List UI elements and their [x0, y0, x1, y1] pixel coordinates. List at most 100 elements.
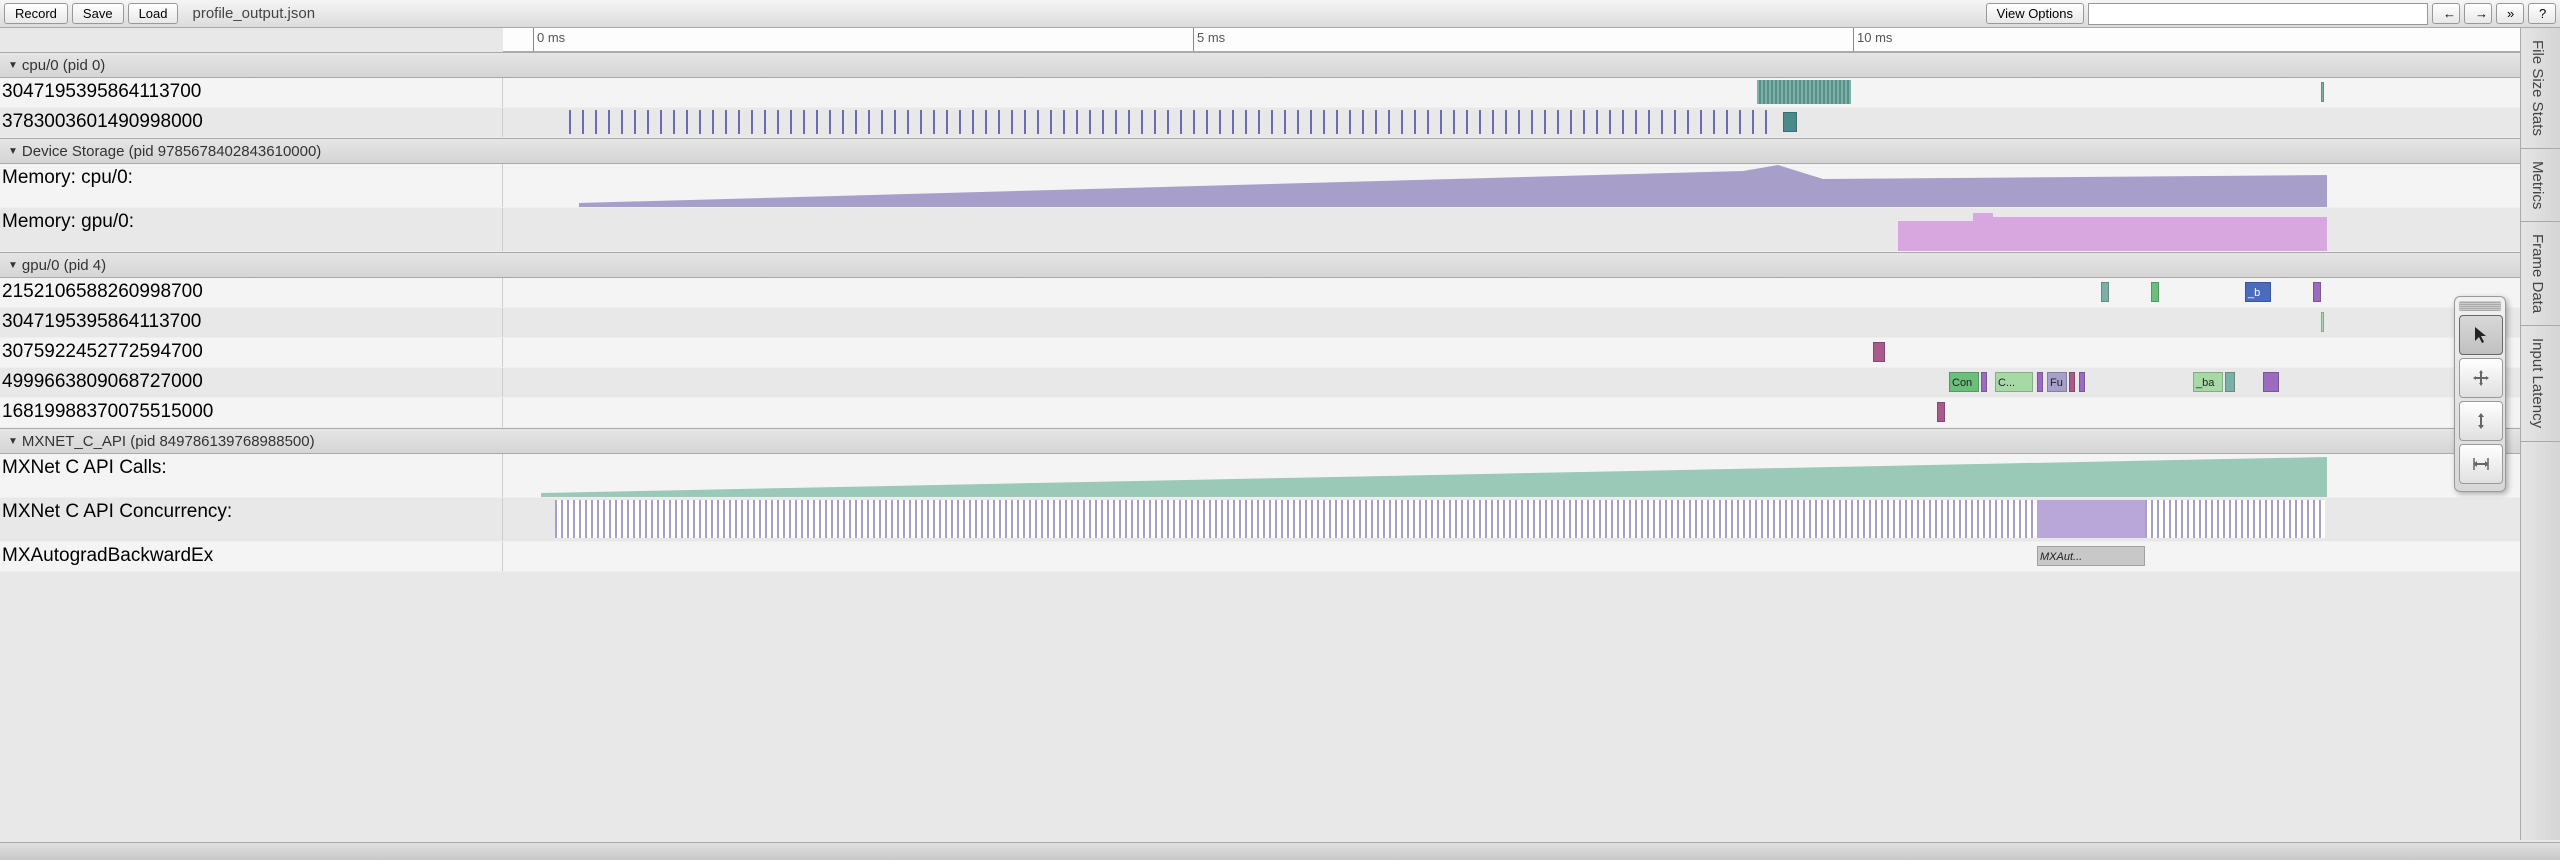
- track-label: MXAutogradBackwardEx: [0, 542, 503, 571]
- track-content[interactable]: [503, 164, 2520, 207]
- event-block[interactable]: [2263, 372, 2279, 392]
- pointer-icon: [2471, 325, 2491, 345]
- track-label: MXNet C API Concurrency:: [0, 498, 503, 541]
- track-label: 3783003601490998000: [0, 108, 503, 137]
- track-content[interactable]: [503, 308, 2520, 337]
- concurrency-block[interactable]: [2037, 500, 2145, 538]
- load-button[interactable]: Load: [128, 3, 179, 24]
- event-block[interactable]: [2313, 282, 2321, 302]
- track-row: Memory: gpu/0:: [0, 208, 2520, 252]
- memory-gpu-chart: [503, 208, 2520, 251]
- arrows-horizontal-icon: [2471, 454, 2491, 474]
- track-content[interactable]: [503, 78, 2520, 107]
- event-block[interactable]: [2037, 372, 2043, 392]
- right-sidebar: File Size Stats Metrics Frame Data Input…: [2520, 28, 2560, 840]
- group-title: gpu/0 (pid 4): [22, 257, 106, 274]
- event-label: MXAut...: [2038, 551, 2084, 563]
- side-tab-input-latency[interactable]: Input Latency: [2521, 326, 2560, 441]
- track-content[interactable]: [503, 398, 2520, 427]
- track-row: 3075922452772594700: [0, 338, 2520, 368]
- event-ticks[interactable]: [569, 110, 1767, 134]
- track-content[interactable]: MXAut...: [503, 542, 2520, 571]
- event-block[interactable]: MXAut...: [2037, 546, 2145, 566]
- event-block[interactable]: C...: [1995, 372, 2033, 392]
- track-row: 3783003601490998000: [0, 108, 2520, 138]
- timeline-viewport[interactable]: ▼ cpu/0 (pid 0) 3047195395864113700 3783…: [0, 52, 2520, 572]
- event-block[interactable]: [1937, 402, 1945, 422]
- side-tab-frame-data[interactable]: Frame Data: [2521, 222, 2560, 326]
- event-label: Con: [1950, 377, 1974, 389]
- filename-label: profile_output.json: [192, 5, 315, 22]
- group-title: Device Storage (pid 9785678402843610000): [22, 143, 321, 160]
- track-content[interactable]: [503, 498, 2520, 541]
- bottom-status-strip: [0, 842, 2560, 860]
- event-block[interactable]: [2069, 372, 2075, 392]
- ruler-tick-10: 10 ms: [1853, 28, 1892, 51]
- event-block[interactable]: Fu: [2047, 372, 2067, 392]
- track-label: 3047195395864113700: [0, 308, 503, 337]
- floating-toolbox[interactable]: [2454, 296, 2506, 492]
- event-block[interactable]: [2225, 372, 2235, 392]
- track-label: 4999663809068727000: [0, 368, 503, 397]
- event-block[interactable]: _b: [2245, 282, 2271, 302]
- disclosure-icon: ▼: [8, 260, 18, 271]
- track-label: 3075922452772594700: [0, 338, 503, 367]
- group-header-cpu0[interactable]: ▼ cpu/0 (pid 0): [0, 52, 2520, 78]
- nav-prev-button[interactable]: ←: [2432, 3, 2460, 24]
- event-block[interactable]: [1981, 372, 1987, 392]
- group-header-mxnet-c-api[interactable]: ▼ MXNET_C_API (pid 849786139768988500): [0, 428, 2520, 454]
- track-row: MXNet C API Concurrency:: [0, 498, 2520, 542]
- event-block[interactable]: [2151, 282, 2159, 302]
- api-calls-chart: [503, 454, 2520, 497]
- pan-tool-button[interactable]: [2459, 358, 2503, 398]
- track-row: 16819988370075515000: [0, 398, 2520, 428]
- ruler-tick-5: 5 ms: [1193, 28, 1225, 51]
- track-row: 4999663809068727000 Con C... Fu _ba: [0, 368, 2520, 398]
- save-button[interactable]: Save: [72, 3, 124, 24]
- nav-more-button[interactable]: »: [2496, 3, 2524, 24]
- toolbox-grip[interactable]: [2459, 301, 2501, 311]
- event-block[interactable]: [2321, 312, 2324, 332]
- track-content[interactable]: [503, 208, 2520, 251]
- event-block[interactable]: [1783, 112, 1797, 132]
- help-button[interactable]: ?: [2528, 3, 2556, 24]
- disclosure-icon: ▼: [8, 60, 18, 71]
- track-content[interactable]: _b: [503, 278, 2520, 307]
- track-label: 16819988370075515000: [0, 398, 503, 427]
- track-content[interactable]: [503, 338, 2520, 367]
- track-row: Memory: cpu/0:: [0, 164, 2520, 208]
- side-tab-metrics[interactable]: Metrics: [2521, 149, 2560, 222]
- toolbar: Record Save Load profile_output.json Vie…: [0, 0, 2560, 28]
- record-button[interactable]: Record: [4, 3, 68, 24]
- track-row: MXNet C API Calls:: [0, 454, 2520, 498]
- zoom-vertical-button[interactable]: [2459, 401, 2503, 441]
- event-block[interactable]: [2321, 82, 2324, 102]
- event-block[interactable]: _ba: [2193, 372, 2223, 392]
- track-label: 3047195395864113700: [0, 78, 503, 107]
- track-content[interactable]: Con C... Fu _ba: [503, 368, 2520, 397]
- group-title: cpu/0 (pid 0): [22, 57, 105, 74]
- event-block[interactable]: [2101, 282, 2109, 302]
- pointer-tool-button[interactable]: [2459, 315, 2503, 355]
- zoom-horizontal-button[interactable]: [2459, 444, 2503, 484]
- group-header-gpu0[interactable]: ▼ gpu/0 (pid 4): [0, 252, 2520, 278]
- view-options-button[interactable]: View Options: [1986, 3, 2084, 24]
- track-content[interactable]: [503, 108, 2520, 137]
- search-input[interactable]: [2088, 3, 2428, 25]
- track-content[interactable]: [503, 454, 2520, 497]
- event-block[interactable]: [2079, 372, 2085, 392]
- memory-cpu-chart: [503, 164, 2520, 207]
- disclosure-icon: ▼: [8, 146, 18, 157]
- event-block[interactable]: [1873, 342, 1885, 362]
- track-label: MXNet C API Calls:: [0, 454, 503, 497]
- nav-next-button[interactable]: →: [2464, 3, 2492, 24]
- event-label: Fu: [2048, 377, 2065, 389]
- group-header-device-storage[interactable]: ▼ Device Storage (pid 978567840284361000…: [0, 138, 2520, 164]
- group-title: MXNET_C_API (pid 849786139768988500): [22, 433, 315, 450]
- event-label: _b: [2246, 287, 2262, 299]
- time-ruler[interactable]: 0 ms 5 ms 10 ms: [503, 28, 2520, 52]
- event-label: C...: [1996, 377, 2017, 389]
- event-cluster[interactable]: [1757, 80, 1851, 104]
- event-block[interactable]: Con: [1949, 372, 1979, 392]
- side-tab-file-size-stats[interactable]: File Size Stats: [2521, 28, 2560, 149]
